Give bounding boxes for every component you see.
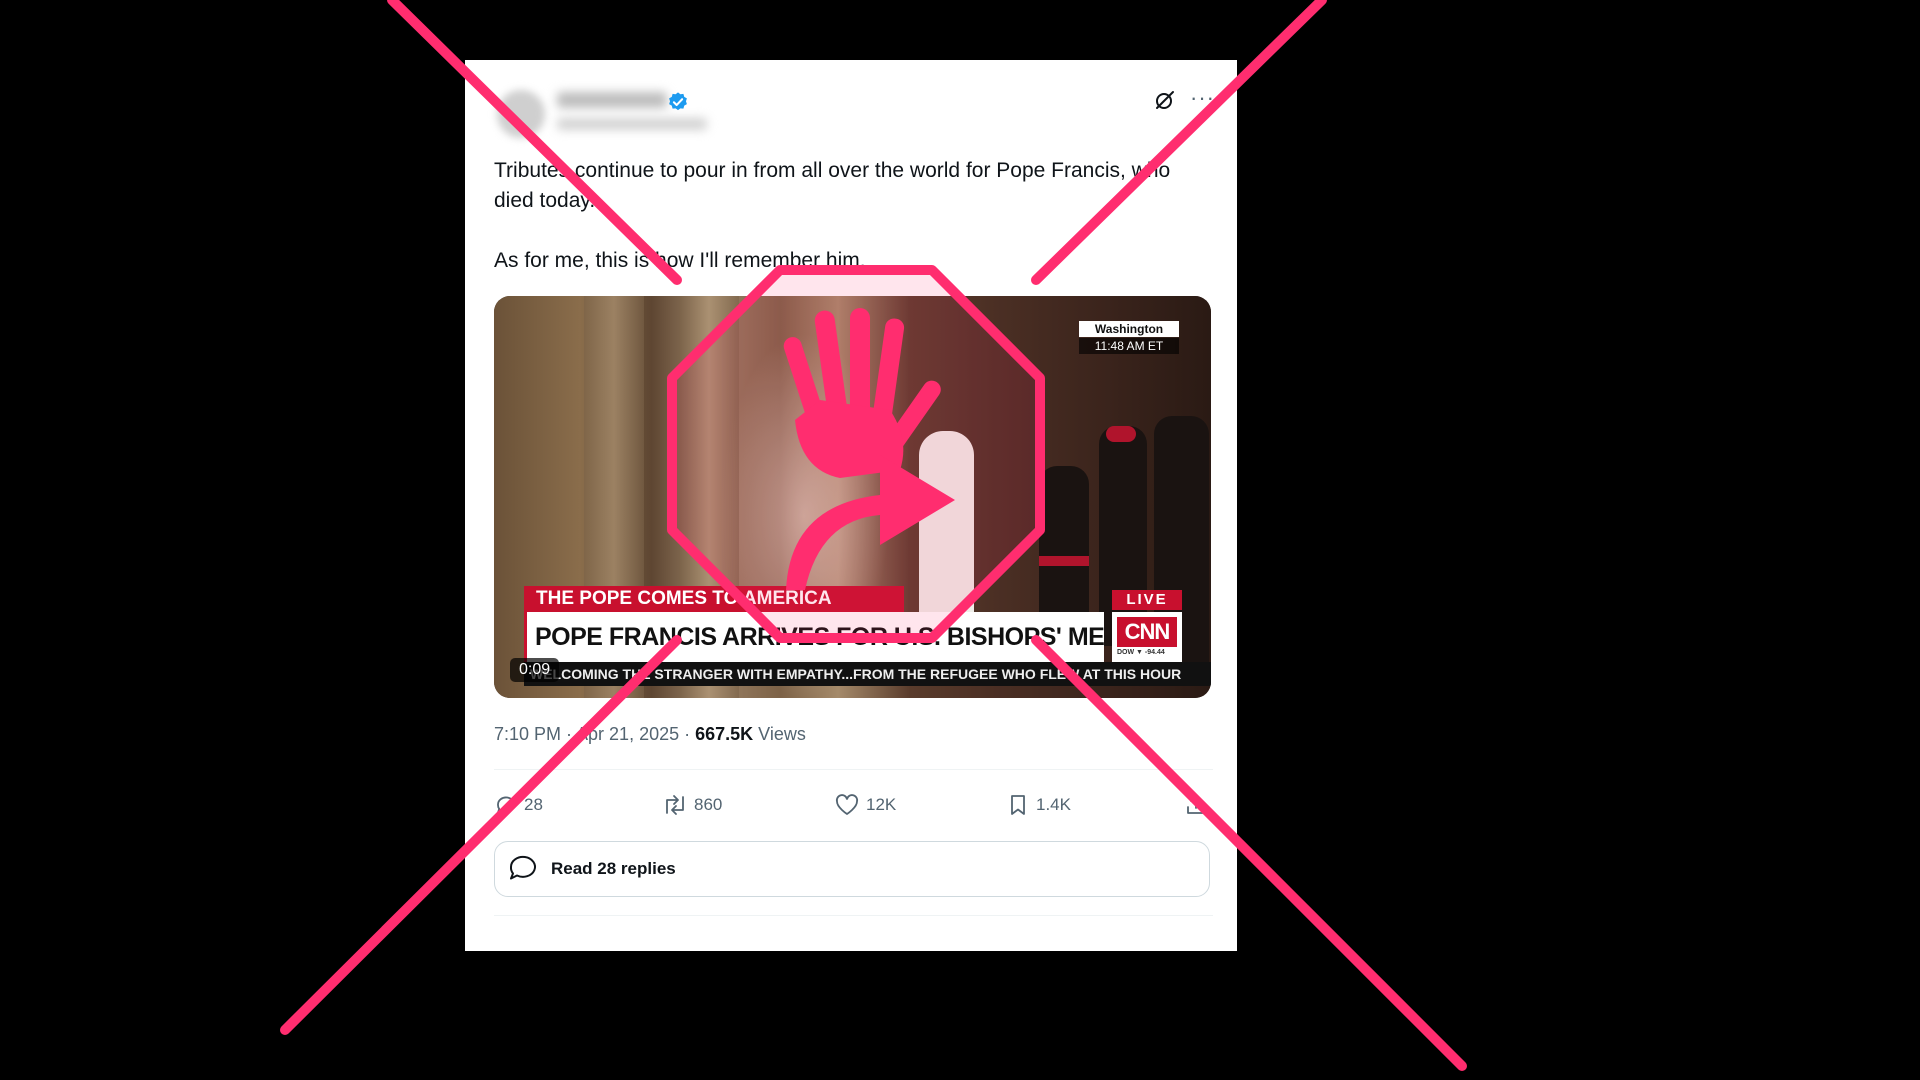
replies-bubble-icon <box>509 855 536 880</box>
read-replies-label: Read 28 replies <box>551 859 676 878</box>
avatar[interactable] <box>497 90 545 138</box>
video-time: 11:48 AM ET <box>1079 338 1179 354</box>
tweet-timestamp[interactable]: 7:10 PM · Apr 21, 2025 · <box>494 724 695 744</box>
tweet-card: ··· Tributes continue to pour in from al… <box>465 60 1237 951</box>
repost-icon <box>666 795 684 815</box>
verified-badge-icon <box>669 92 687 111</box>
share-button[interactable] <box>1184 785 1214 825</box>
video-duration: 0:09 <box>510 658 560 682</box>
video-timestamp-box: Washington 11:48 AM ET <box>1079 321 1179 355</box>
views-label: Views <box>753 724 806 744</box>
live-badge: LIVE <box>1112 590 1182 610</box>
dow-ticker: DOW ▼ -94.44 <box>1117 649 1165 656</box>
video-player[interactable]: Washington 11:48 AM ET THE POPE COMES TO… <box>494 296 1211 698</box>
like-count: 12K <box>866 795 897 814</box>
bookmark-count: 1.4K <box>1036 795 1071 814</box>
views-count: 667.5K <box>695 724 754 744</box>
grok-icon[interactable] <box>1153 88 1177 112</box>
divider <box>494 769 1213 770</box>
cnn-logo: CNN DOW ▼ -94.44 <box>1112 612 1182 662</box>
share-icon <box>1187 795 1205 814</box>
repost-count: 860 <box>694 795 723 814</box>
chyron-main: POPE FRANCIS ARRIVES FOR U.S. BISHOPS' M… <box>524 612 1104 662</box>
reply-button[interactable]: 28 <box>494 785 543 825</box>
chyron-top: THE POPE COMES TO AMERICA <box>524 586 904 612</box>
reply-icon <box>497 796 515 814</box>
cnn-logo-text: CNN <box>1117 617 1177 647</box>
divider <box>494 915 1213 916</box>
tweet-text: Tributes continue to pour in from all ov… <box>494 156 1214 276</box>
bookmark-button[interactable]: 1.4K <box>1006 785 1071 825</box>
action-bar: 28 860 12K 1.4K <box>494 785 1213 825</box>
like-button[interactable]: 12K <box>834 785 896 825</box>
author-name-blurred[interactable] <box>557 92 667 108</box>
read-replies-button[interactable]: Read 28 replies <box>494 841 1210 897</box>
like-icon <box>835 794 859 815</box>
tweet-text-line2: As for me, this is how I'll remember him… <box>494 249 866 272</box>
more-icon[interactable]: ··· <box>1190 87 1216 112</box>
pope-figure <box>919 431 974 631</box>
tweet-meta: 7:10 PM · Apr 21, 2025 · 667.5K Views <box>494 724 806 745</box>
repost-button[interactable]: 860 <box>662 785 722 825</box>
author-handle-blurred[interactable] <box>557 118 707 130</box>
reply-count: 28 <box>524 795 543 814</box>
news-ticker: WELCOMING THE STRANGER WITH EMPATHY...FR… <box>524 662 1211 686</box>
bookmark-icon <box>1011 795 1025 815</box>
video-location: Washington <box>1079 321 1179 337</box>
tweet-text-line1: Tributes continue to pour in from all ov… <box>494 159 1171 212</box>
